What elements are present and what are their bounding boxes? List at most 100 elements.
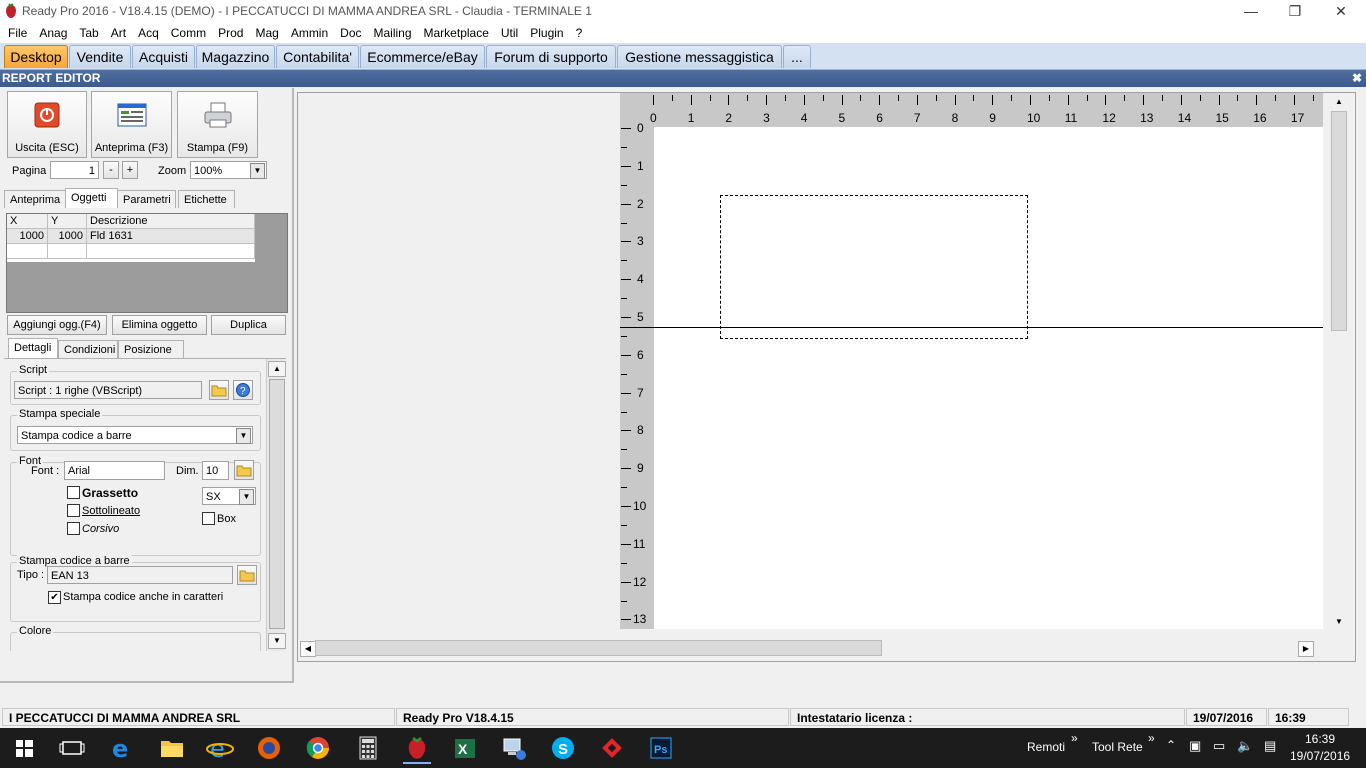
menu-art[interactable]: Art xyxy=(105,23,132,43)
cell-x[interactable]: 1000 xyxy=(7,229,48,244)
add-object-button[interactable]: Aggiungi ogg.(F4) xyxy=(7,315,107,335)
tool-rete-toolbar[interactable]: Tool Rete xyxy=(1092,740,1143,754)
clock-date[interactable]: 19/07/2016 xyxy=(1290,749,1350,763)
folder-icon[interactable] xyxy=(237,565,257,585)
box-checkbox[interactable] xyxy=(202,512,215,525)
underline-checkbox[interactable] xyxy=(67,504,80,517)
scroll-down-button[interactable]: ▼ xyxy=(268,633,286,649)
chrome-icon[interactable] xyxy=(304,734,332,762)
network-computer-icon[interactable] xyxy=(500,734,528,762)
exit-button[interactable]: Uscita (ESC) xyxy=(7,91,87,158)
scroll-thumb[interactable] xyxy=(1331,111,1347,331)
network-icon[interactable]: ▣ xyxy=(1189,738,1201,754)
scroll-up-button[interactable]: ▲ xyxy=(268,361,286,377)
scroll-thumb[interactable] xyxy=(315,640,882,656)
chevron-icon[interactable]: » xyxy=(1071,731,1078,745)
scroll-right-button[interactable]: ▶ xyxy=(1298,641,1314,657)
menu-mailing[interactable]: Mailing xyxy=(368,23,418,43)
menu-prod[interactable]: Prod xyxy=(212,23,249,43)
chevron-icon[interactable]: » xyxy=(1148,731,1155,745)
tab-oggetti[interactable]: Oggetti xyxy=(65,188,118,208)
tab-condizioni[interactable]: Condizioni xyxy=(58,340,118,358)
anydesk-icon[interactable] xyxy=(598,734,626,762)
font-size-input[interactable]: 10 xyxy=(202,461,229,480)
menu-doc[interactable]: Doc xyxy=(334,23,367,43)
tab-posizione[interactable]: Posizione xyxy=(118,340,184,358)
menu-help[interactable]: ? xyxy=(570,23,589,43)
menu-file[interactable]: File xyxy=(2,23,33,43)
menu-anag[interactable]: Anag xyxy=(33,23,73,43)
tab-more[interactable]: ... xyxy=(783,45,811,68)
tab-contabilita[interactable]: Contabilita' xyxy=(276,45,359,68)
battery-icon[interactable]: ▭ xyxy=(1213,738,1225,754)
font-input[interactable]: Arial xyxy=(64,461,165,480)
cell-descrizione[interactable]: Fld 1631 xyxy=(87,229,255,244)
barcode-type-field[interactable]: EAN 13 xyxy=(47,566,233,584)
menu-mag[interactable]: Mag xyxy=(249,23,284,43)
minimize-button[interactable]: — xyxy=(1228,0,1274,23)
page-minus-button[interactable]: - xyxy=(103,161,119,179)
print-button[interactable]: Stampa (F9) xyxy=(177,91,258,158)
close-button[interactable]: ✕ xyxy=(1318,0,1364,23)
edge-icon[interactable]: e xyxy=(108,734,136,763)
skype-icon[interactable]: S xyxy=(549,734,577,762)
tab-acquisti[interactable]: Acquisti xyxy=(132,45,195,68)
italic-checkbox[interactable] xyxy=(67,522,80,535)
internet-explorer-icon[interactable]: e xyxy=(206,734,234,763)
col-header-x[interactable]: X xyxy=(7,214,48,229)
caret-up-icon[interactable]: ⌃ xyxy=(1166,738,1176,752)
remoti-toolbar[interactable]: Remoti xyxy=(1027,740,1065,754)
tab-anteprima[interactable]: Anteprima xyxy=(4,190,66,208)
menu-plugin[interactable]: Plugin xyxy=(524,23,569,43)
windows-start-icon[interactable] xyxy=(10,734,38,762)
print-chars-checkbox[interactable]: ✔ xyxy=(48,591,61,604)
menu-marketplace[interactable]: Marketplace xyxy=(418,23,495,43)
duplicate-button[interactable]: Duplica xyxy=(211,315,286,335)
tab-messaggistica[interactable]: Gestione messaggistica xyxy=(617,45,782,68)
tab-dettagli[interactable]: Dettagli xyxy=(8,338,58,358)
align-select[interactable]: SX ▼ xyxy=(202,487,256,505)
tab-magazzino[interactable]: Magazzino xyxy=(196,45,275,68)
empty-cell[interactable] xyxy=(87,244,255,259)
ready-pro-icon[interactable] xyxy=(403,734,431,764)
preview-button[interactable]: Anteprima (F3) xyxy=(91,91,172,158)
chevron-down-icon[interactable]: ▼ xyxy=(239,489,254,505)
menu-tab[interactable]: Tab xyxy=(73,23,104,43)
tab-ecommerce[interactable]: Ecommerce/eBay xyxy=(360,45,485,68)
menu-util[interactable]: Util xyxy=(495,23,524,43)
menu-comm[interactable]: Comm xyxy=(165,23,212,43)
tab-parametri[interactable]: Parametri xyxy=(117,190,176,208)
canvas-vertical-scrollbar[interactable]: ▲ ▼ xyxy=(1328,93,1350,631)
help-icon[interactable]: ? xyxy=(233,380,253,400)
calculator-icon[interactable] xyxy=(354,734,382,762)
file-explorer-icon[interactable] xyxy=(158,734,186,762)
tab-forum[interactable]: Forum di supporto xyxy=(486,45,616,68)
empty-cell[interactable] xyxy=(48,244,87,259)
details-scrollbar[interactable]: ▲ ▼ xyxy=(266,359,286,651)
scroll-down-button[interactable]: ▼ xyxy=(1331,615,1347,629)
task-view-icon[interactable] xyxy=(58,734,86,762)
volume-icon[interactable]: 🔈 xyxy=(1237,738,1253,754)
tab-etichette[interactable]: Etichette xyxy=(178,190,235,208)
script-field[interactable]: Script : 1 righe (VBScript) xyxy=(14,381,202,399)
scroll-left-button[interactable]: ◀ xyxy=(300,641,316,657)
close-panel-icon[interactable]: ✖ xyxy=(1352,70,1362,87)
col-header-y[interactable]: Y xyxy=(48,214,87,229)
scroll-up-button[interactable]: ▲ xyxy=(1331,95,1347,109)
folder-icon[interactable] xyxy=(209,380,229,400)
special-print-select[interactable]: Stampa codice a barre ▼ xyxy=(17,426,253,444)
empty-cell[interactable] xyxy=(7,244,48,259)
notification-icon[interactable]: ▤ xyxy=(1264,738,1276,754)
firefox-icon[interactable] xyxy=(255,734,283,762)
scroll-thumb[interactable] xyxy=(269,379,285,629)
menu-acq[interactable]: Acq xyxy=(132,23,165,43)
tab-vendite[interactable]: Vendite xyxy=(69,45,131,68)
excel-icon[interactable]: X xyxy=(451,734,479,762)
page-plus-button[interactable]: + xyxy=(122,161,138,179)
menu-ammin[interactable]: Ammin xyxy=(285,23,334,43)
clock-time[interactable]: 16:39 xyxy=(1305,732,1335,746)
bold-checkbox[interactable] xyxy=(67,486,80,499)
cell-y[interactable]: 1000 xyxy=(48,229,87,244)
tab-desktop[interactable]: Desktop xyxy=(4,45,68,68)
restore-button[interactable]: ❐ xyxy=(1272,0,1318,23)
